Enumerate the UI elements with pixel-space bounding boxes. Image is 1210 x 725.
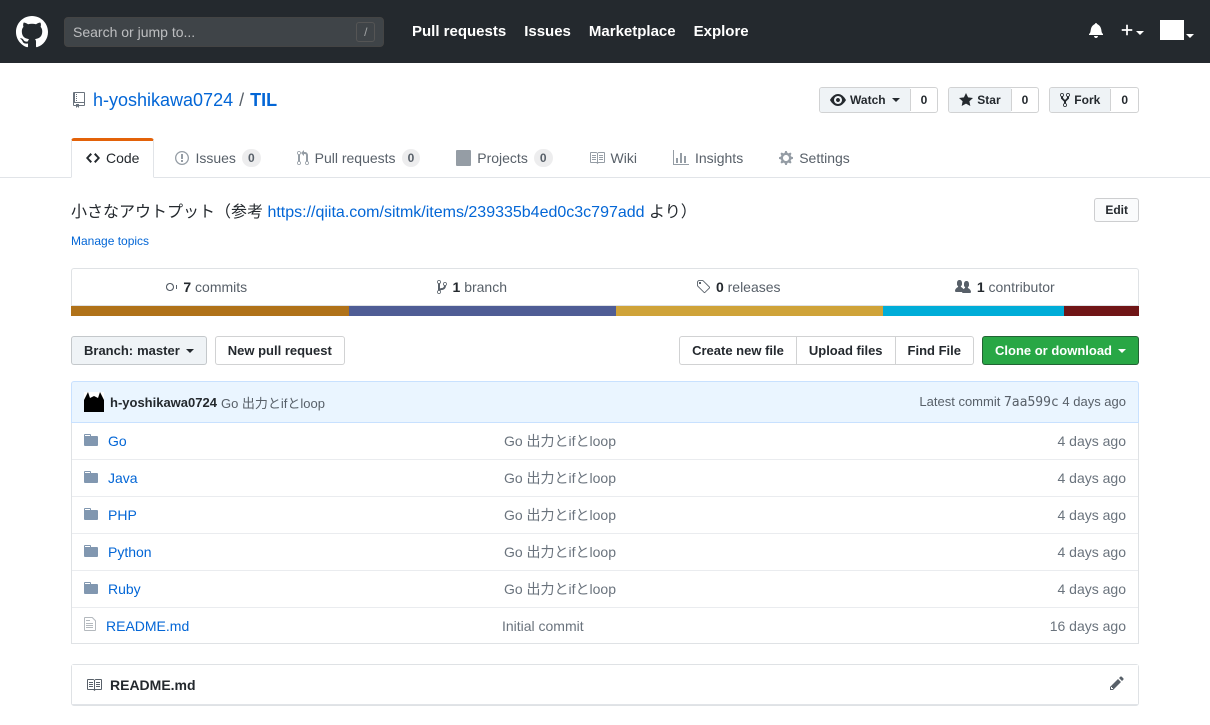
file-name-link[interactable]: PHP: [108, 507, 137, 523]
stat-commits[interactable]: 7 commits: [72, 269, 339, 305]
file-commit-message[interactable]: Go 出力とifとloop: [504, 470, 616, 486]
language-bar[interactable]: [71, 306, 1139, 316]
tab-pull-requests[interactable]: Pull requests 0: [282, 138, 436, 178]
folder-icon: [84, 469, 108, 488]
watch-count[interactable]: 0: [910, 89, 938, 111]
nav-explore[interactable]: Explore: [694, 23, 749, 40]
repo-owner-link[interactable]: h-yoshikawa0724: [93, 90, 233, 111]
file-list: Go Go 出力とifとloop 4 days ago Java Go 出力とifとlo…: [71, 423, 1139, 644]
description-link[interactable]: https://qiita.com/sitmk/items/239335b4ed…: [267, 204, 644, 221]
create-menu[interactable]: [1120, 23, 1144, 40]
search-input[interactable]: [73, 24, 350, 40]
folder-icon: [84, 580, 108, 599]
file-row: Java Go 出力とifとloop 4 days ago: [72, 459, 1138, 496]
file-commit-message[interactable]: Initial commit: [502, 618, 584, 634]
tab-code[interactable]: Code: [71, 138, 154, 178]
language-segment[interactable]: [349, 306, 616, 316]
file-name-link[interactable]: Java: [108, 470, 138, 486]
user-menu[interactable]: [1160, 20, 1194, 43]
language-segment[interactable]: [616, 306, 883, 316]
commit-author-link[interactable]: h-yoshikawa0724: [110, 395, 217, 410]
repo-description: 小さなアウトプット（参考 https://qiita.com/sitmk/ite…: [71, 198, 1084, 222]
nav-issues[interactable]: Issues: [524, 23, 571, 40]
repo-title: h-yoshikawa0724 / TIL: [71, 90, 277, 111]
file-age: 4 days ago: [1006, 544, 1126, 560]
edit-description-button[interactable]: Edit: [1094, 198, 1139, 222]
file-commit-message[interactable]: Go 出力とifとloop: [504, 507, 616, 523]
repo-description-row: 小さなアウトプット（参考 https://qiita.com/sitmk/ite…: [71, 198, 1139, 222]
language-segment[interactable]: [883, 306, 1065, 316]
readme-edit-button[interactable]: [1110, 675, 1124, 694]
file-row: Go Go 出力とifとloop 4 days ago: [72, 423, 1138, 459]
commit-avatar: [84, 392, 104, 412]
repo-icon: [71, 92, 87, 108]
latest-commit-bar: h-yoshikawa0724 Go 出力とifとloop Latest com…: [71, 381, 1139, 423]
file-row: PHP Go 出力とifとloop 4 days ago: [72, 496, 1138, 533]
repo-stats: 7 commits 1 branch 0 releases 1 contribu…: [71, 268, 1139, 306]
file-age: 4 days ago: [1006, 581, 1126, 597]
manage-topics-link[interactable]: Manage topics: [71, 234, 149, 248]
avatar: [1160, 20, 1184, 40]
file-name-link[interactable]: README.md: [106, 618, 189, 634]
file-row: README.md Initial commit 16 days ago: [72, 607, 1138, 643]
file-commit-message[interactable]: Go 出力とifとloop: [504, 433, 616, 449]
tab-wiki[interactable]: Wiki: [574, 138, 652, 178]
commit-age: 4 days ago: [1062, 394, 1126, 409]
file-commit-message[interactable]: Go 出力とifとloop: [504, 544, 616, 560]
tab-projects[interactable]: Projects 0: [441, 138, 567, 178]
star-button[interactable]: Star: [949, 88, 1010, 112]
file-icon: [84, 616, 106, 635]
nav-pull-requests[interactable]: Pull requests: [412, 23, 506, 40]
star-count[interactable]: 0: [1011, 89, 1039, 111]
file-name-link[interactable]: Go: [108, 433, 127, 449]
upload-files-button[interactable]: Upload files: [796, 336, 895, 365]
new-pull-request-button[interactable]: New pull request: [215, 336, 345, 365]
stat-contributors[interactable]: 1 contributor: [872, 269, 1139, 305]
tab-issues[interactable]: Issues 0: [160, 138, 275, 178]
folder-icon: [84, 506, 108, 525]
search-input-wrapper[interactable]: /: [64, 17, 384, 47]
search-hotkey-badge: /: [356, 22, 375, 42]
find-file-button[interactable]: Find File: [895, 336, 974, 365]
create-file-button[interactable]: Create new file: [679, 336, 796, 365]
fork-button[interactable]: Fork: [1050, 88, 1110, 112]
nav-marketplace[interactable]: Marketplace: [589, 23, 676, 40]
commit-sha-link[interactable]: 7aa599c: [1004, 395, 1059, 410]
readme-filename: README.md: [110, 677, 196, 693]
watch-button[interactable]: Watch: [820, 88, 910, 112]
book-icon: [86, 677, 102, 693]
repo-header: h-yoshikawa0724 / TIL Watch 0 Star 0: [71, 63, 1139, 113]
github-logo[interactable]: [16, 16, 48, 48]
repo-name-link[interactable]: TIL: [250, 90, 277, 110]
primary-nav: Pull requests Issues Marketplace Explore: [412, 23, 749, 40]
commit-message-link[interactable]: Go 出力とifとloop: [221, 393, 325, 412]
tab-settings[interactable]: Settings: [764, 138, 865, 178]
stat-branches[interactable]: 1 branch: [339, 269, 606, 305]
file-age: 4 days ago: [1006, 470, 1126, 486]
file-commit-message[interactable]: Go 出力とifとloop: [504, 581, 616, 597]
file-age: 4 days ago: [1006, 507, 1126, 523]
fork-count[interactable]: 0: [1110, 89, 1138, 111]
file-name-link[interactable]: Ruby: [108, 581, 141, 597]
readme-box: README.md: [71, 664, 1139, 706]
language-segment[interactable]: [71, 306, 349, 316]
file-name-link[interactable]: Python: [108, 544, 152, 560]
file-age: 4 days ago: [1006, 433, 1126, 449]
folder-icon: [84, 543, 108, 562]
global-header: / Pull requests Issues Marketplace Explo…: [0, 0, 1210, 63]
folder-icon: [84, 432, 108, 451]
file-row: Ruby Go 出力とifとloop 4 days ago: [72, 570, 1138, 607]
branch-select-button[interactable]: Branch: master: [71, 336, 207, 365]
clone-download-button[interactable]: Clone or download: [982, 336, 1139, 365]
tab-insights[interactable]: Insights: [658, 138, 758, 178]
language-segment[interactable]: [1064, 306, 1139, 316]
notifications-icon[interactable]: [1088, 22, 1104, 41]
file-row: Python Go 出力とifとloop 4 days ago: [72, 533, 1138, 570]
file-age: 16 days ago: [1006, 618, 1126, 634]
latest-commit-label: Latest commit: [919, 394, 1000, 409]
pencil-icon: [1110, 675, 1124, 691]
stat-releases[interactable]: 0 releases: [605, 269, 872, 305]
